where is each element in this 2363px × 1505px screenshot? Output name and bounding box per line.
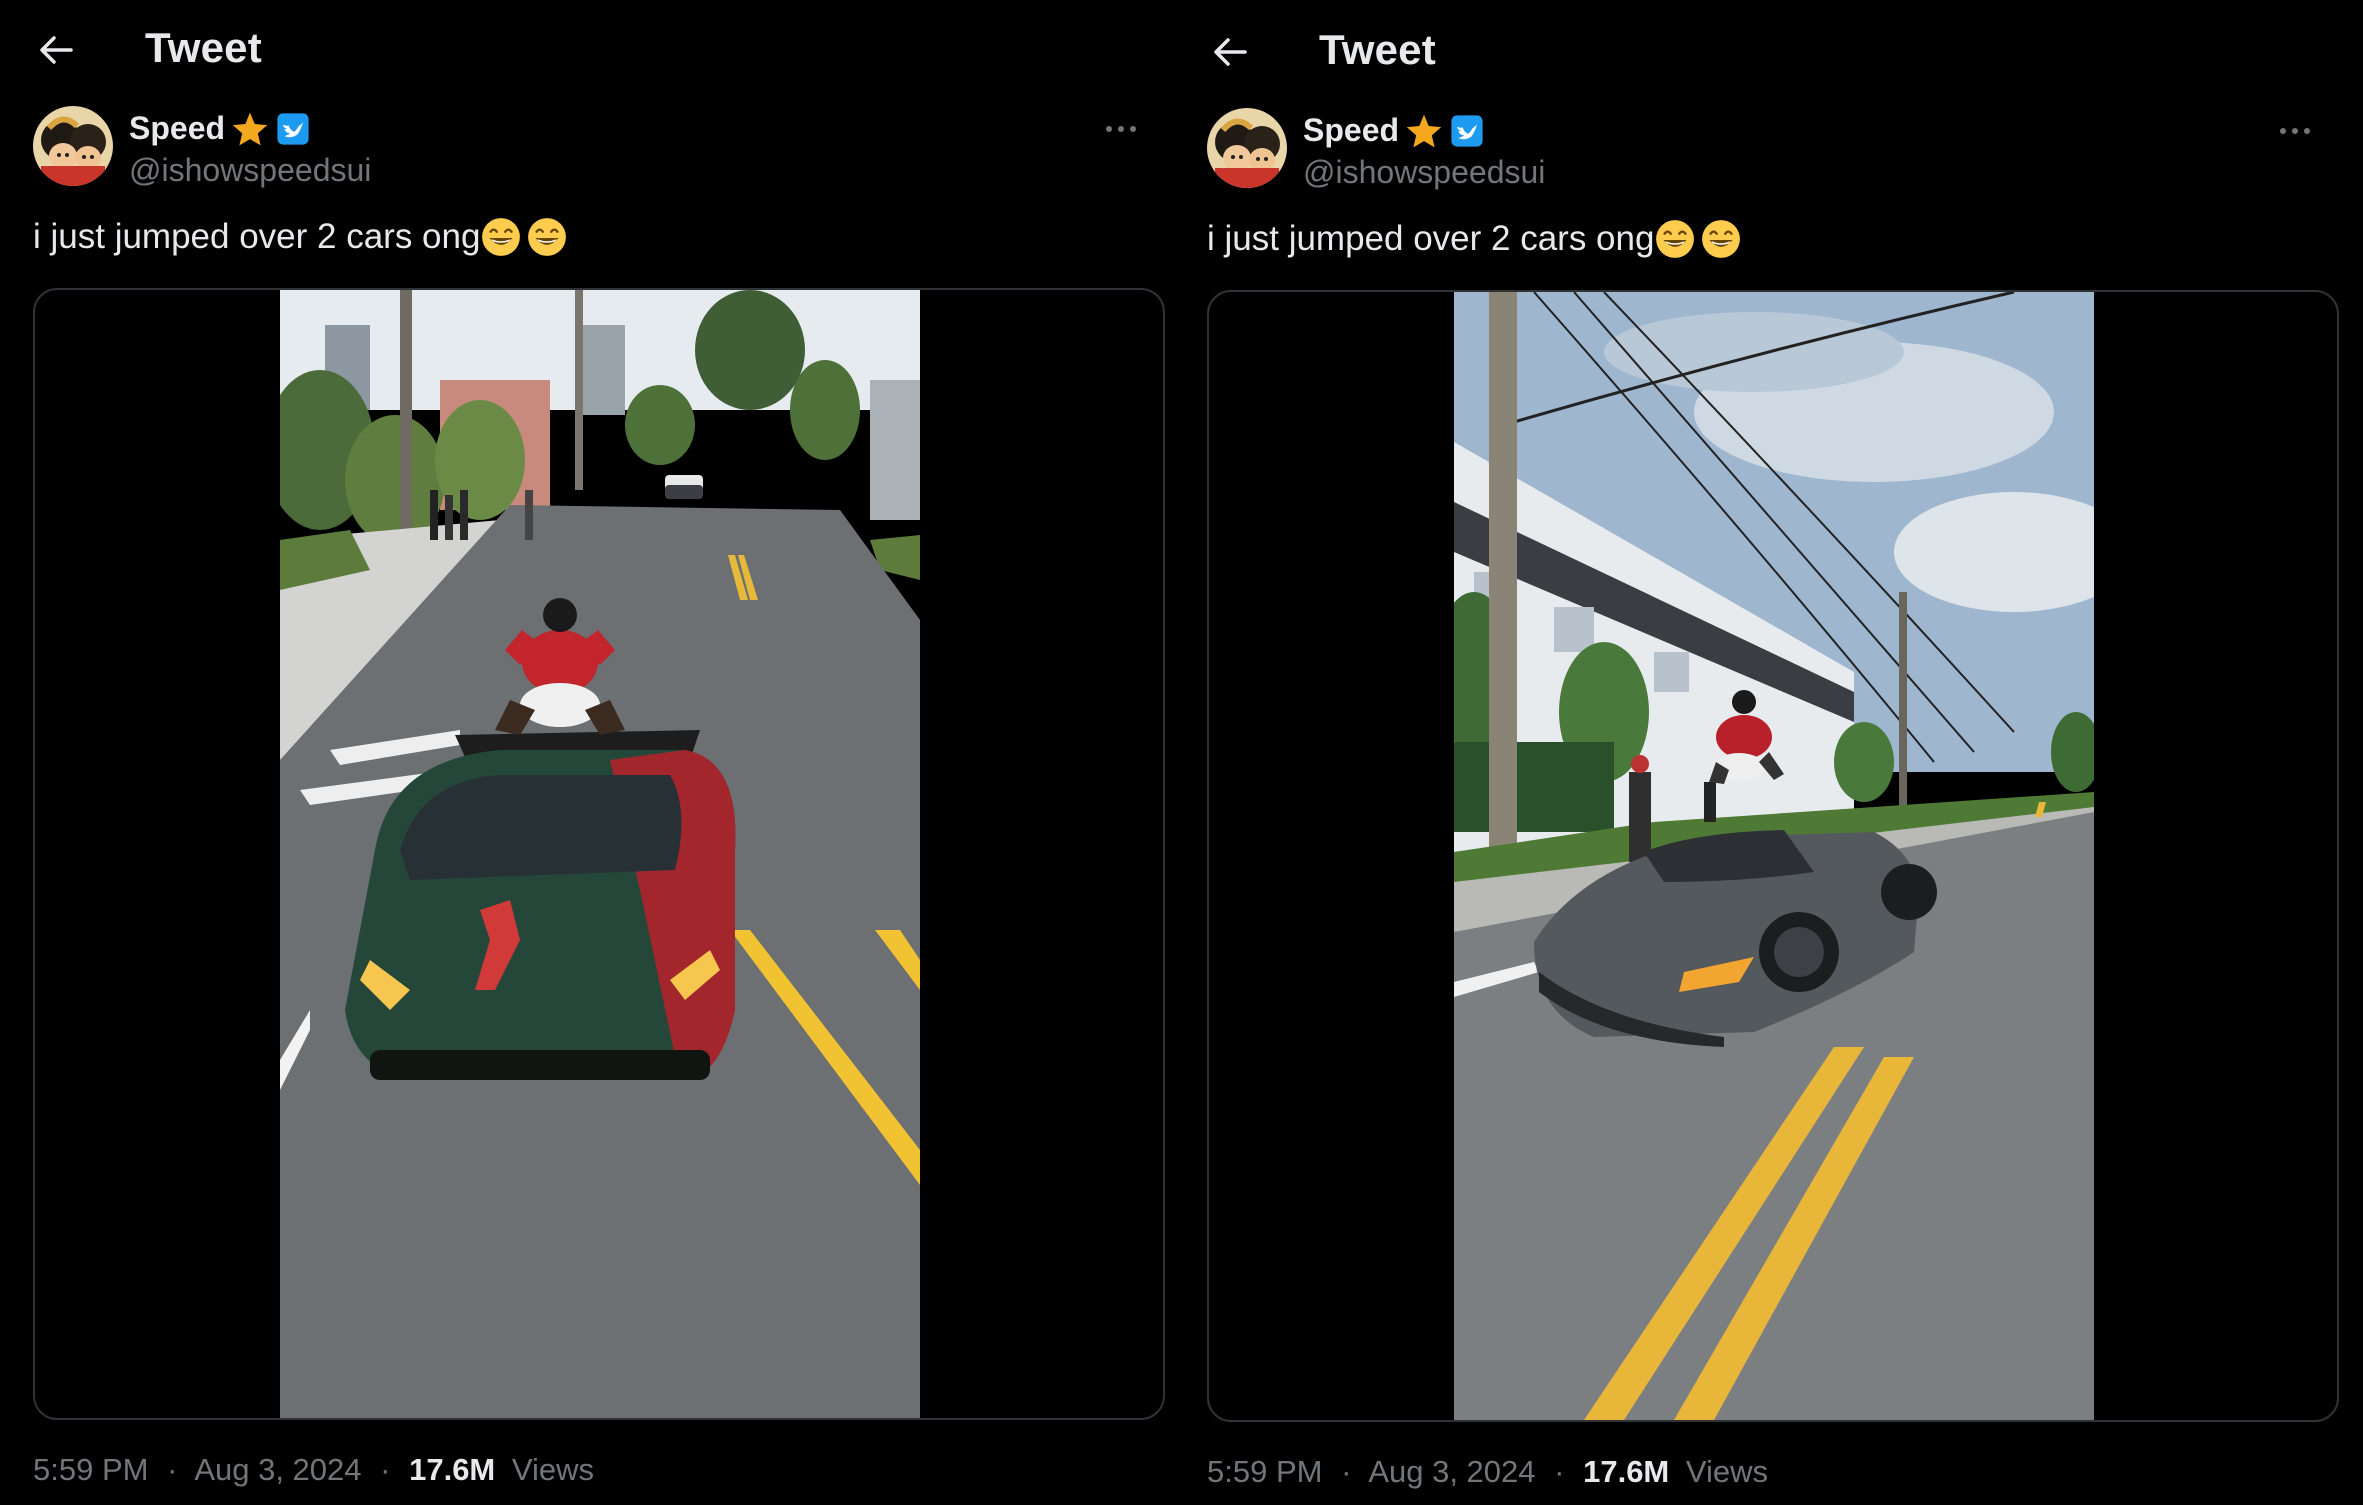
top-bar: Tweet <box>0 0 1150 100</box>
top-bar: Tweet <box>1174 0 2324 100</box>
tweet-panel-right: Tweet Speed @ishowspeedsui i just jumped… <box>1174 0 2339 1505</box>
video-frame-street-lamborghini[interactable] <box>280 290 920 1418</box>
tweet-date[interactable]: Aug 3, 2024 <box>1368 1454 1535 1489</box>
emoji-group <box>480 216 568 258</box>
tweet-media-video[interactable] <box>1207 290 2339 1422</box>
tweet-author: Speed @ishowspeedsui <box>33 106 1143 190</box>
tweet-meta: 5:59 PM · Aug 3, 2024 · 17.6M Views <box>33 1452 604 1488</box>
back-button[interactable] <box>1208 30 1252 74</box>
grinning-face-emoji <box>1656 220 1695 258</box>
emoji-group <box>1654 218 1742 260</box>
page-title: Tweet <box>145 24 262 71</box>
meta-separator: · <box>167 1452 178 1487</box>
more-horizontal-icon <box>2280 128 2310 134</box>
tweet-author: Speed @ishowspeedsui <box>1207 108 2317 192</box>
star-icon <box>232 112 268 145</box>
display-name[interactable]: Speed <box>129 110 225 147</box>
tweet-body: i just jumped over 2 cars ong <box>33 217 481 256</box>
page-title: Tweet <box>1319 26 1436 73</box>
author-handle[interactable]: @ishowspeedsui <box>1303 154 1545 191</box>
more-options-button[interactable] <box>1099 114 1143 144</box>
avatar-illustration <box>33 106 113 186</box>
meta-separator: · <box>380 1452 391 1487</box>
tweet-time[interactable]: 5:59 PM <box>33 1452 148 1487</box>
tweet-text: i just jumped over 2 cars ong <box>33 216 568 258</box>
meta-separator: · <box>1341 1454 1352 1489</box>
video-frame-street-mclaren[interactable] <box>1454 292 2094 1420</box>
display-name-row[interactable]: Speed <box>1303 112 1485 149</box>
verified-badge-icon <box>277 112 309 145</box>
verified-badge-icon <box>1451 114 1483 147</box>
tweet-meta: 5:59 PM · Aug 3, 2024 · 17.6M Views <box>1207 1454 1768 1490</box>
arrow-left-icon <box>40 36 73 64</box>
star-icon <box>1406 114 1442 147</box>
views-label: Views <box>511 1452 595 1487</box>
views-count[interactable]: 17.6M <box>1583 1454 1669 1489</box>
avatar-illustration <box>1207 108 1287 188</box>
display-name-row[interactable]: Speed <box>129 110 311 147</box>
grinning-face-emoji <box>1702 220 1741 258</box>
views-label: Views <box>1685 1454 1769 1489</box>
views-count[interactable]: 17.6M <box>409 1452 495 1487</box>
arrow-left-icon <box>1214 38 1247 66</box>
tweet-time[interactable]: 5:59 PM <box>1207 1454 1322 1489</box>
grinning-face-emoji <box>528 218 567 256</box>
avatar[interactable] <box>1207 108 1287 188</box>
more-options-button[interactable] <box>2273 116 2317 146</box>
display-name[interactable]: Speed <box>1303 112 1399 149</box>
meta-separator: · <box>1554 1454 1565 1489</box>
tweet-media-video[interactable] <box>33 288 1165 1420</box>
more-horizontal-icon <box>1106 126 1136 132</box>
avatar[interactable] <box>33 106 113 186</box>
tweet-panel-left: Tweet Speed @ishowspeedsui i just jumped… <box>0 0 1165 1505</box>
tweet-text: i just jumped over 2 cars ong <box>1207 218 1742 260</box>
tweet-body: i just jumped over 2 cars ong <box>1207 219 1655 258</box>
author-handle[interactable]: @ishowspeedsui <box>129 152 371 189</box>
back-button[interactable] <box>34 28 78 72</box>
tweet-date[interactable]: Aug 3, 2024 <box>194 1452 361 1487</box>
grinning-face-emoji <box>482 218 521 256</box>
